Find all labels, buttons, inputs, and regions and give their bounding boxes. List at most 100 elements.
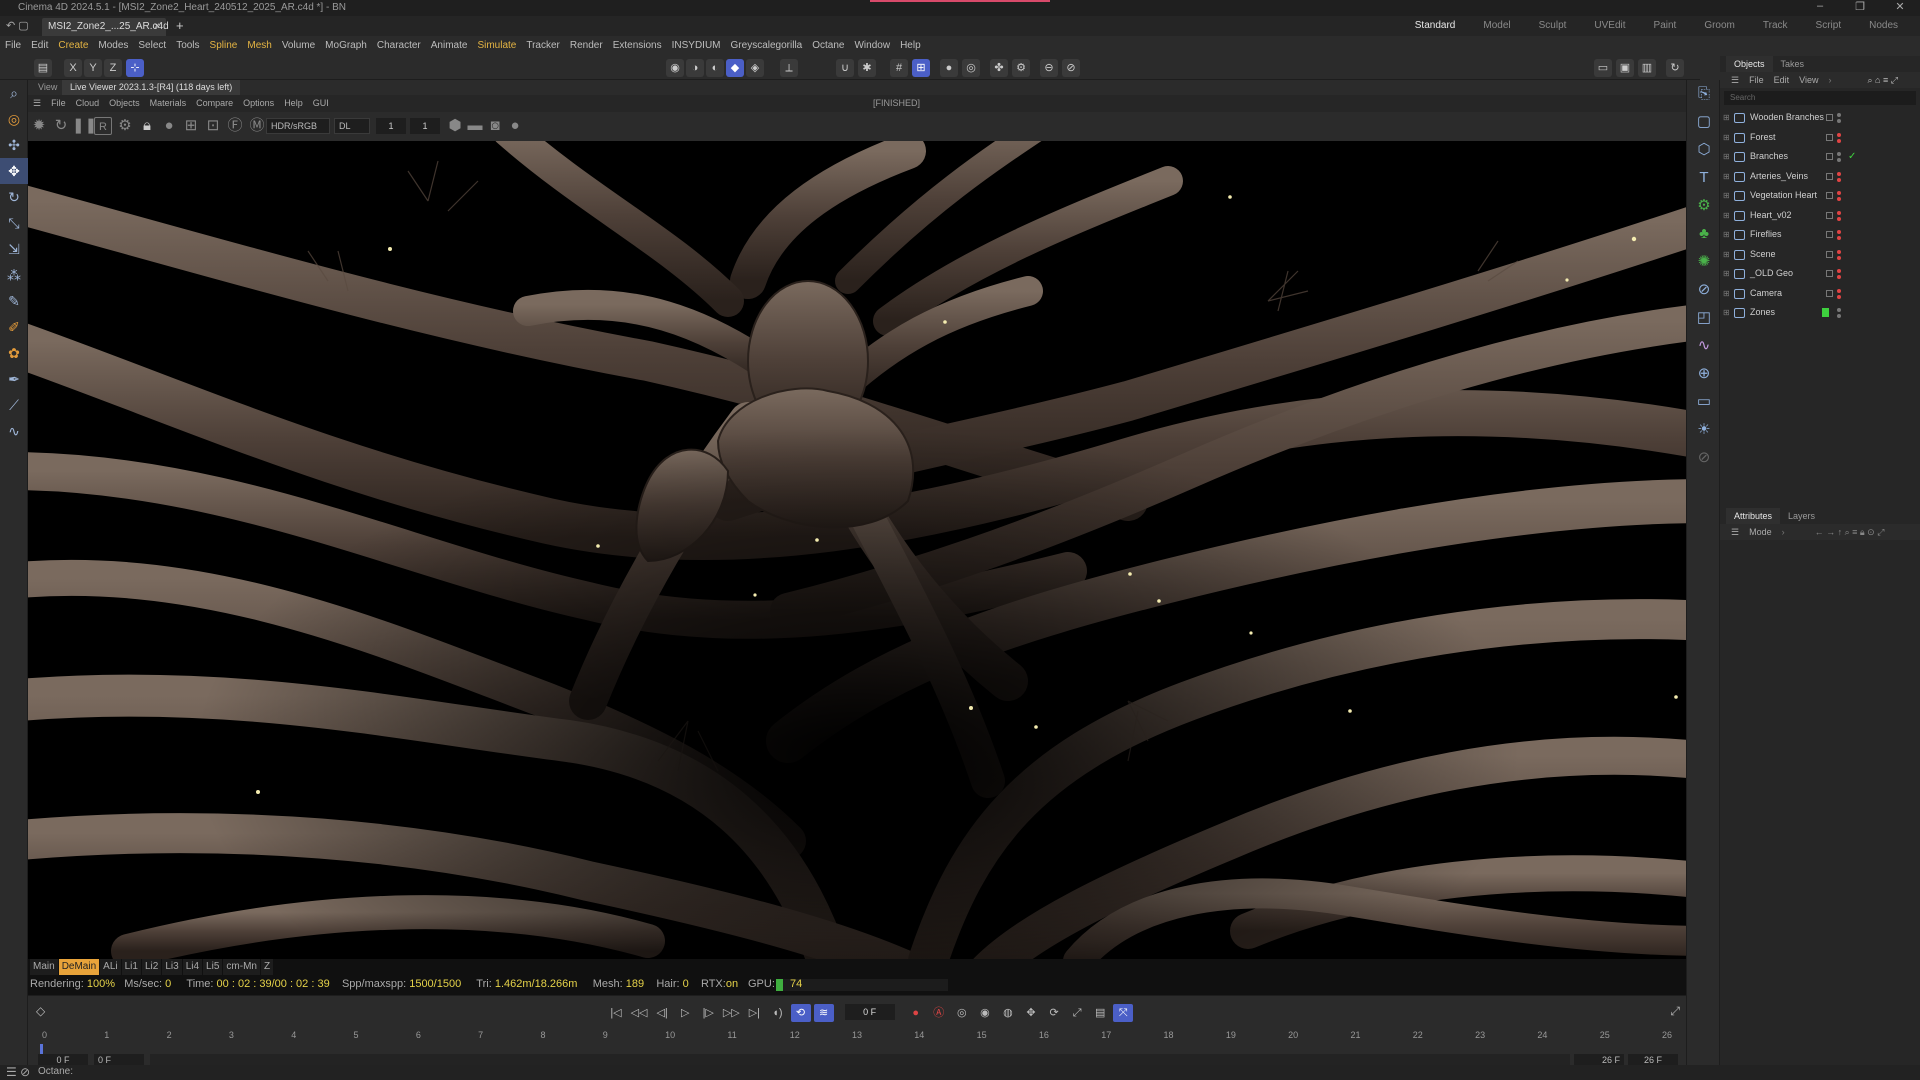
no-entry-icon[interactable]: ⊘: [1062, 59, 1080, 77]
clay-mode-icon[interactable]: ⊡: [204, 117, 222, 135]
visibility-checkbox[interactable]: [1826, 133, 1833, 141]
hexagon-icon[interactable]: ⬢: [446, 117, 464, 135]
lv-menu-compare[interactable]: Compare: [191, 95, 238, 112]
lv-menu-objects[interactable]: Objects: [104, 95, 145, 112]
pla-key-icon[interactable]: ⤢: [1067, 1004, 1087, 1022]
interpolation-icon[interactable]: ⤧: [1113, 1004, 1134, 1022]
color-space-select[interactable]: HDR/sRGB: [266, 118, 330, 134]
menu-edit[interactable]: Edit: [26, 36, 53, 56]
deformer-icon[interactable]: ✺: [1687, 248, 1721, 276]
layer-tab-li2[interactable]: Li2: [141, 959, 162, 975]
menu-file[interactable]: File: [0, 36, 26, 56]
expand-icon[interactable]: ⊞: [1723, 245, 1730, 265]
motion-icon[interactable]: Ⓜ: [248, 117, 266, 135]
lv-menu-cloud[interactable]: Cloud: [71, 95, 105, 112]
expand-icon[interactable]: ⤢: [1670, 1004, 1680, 1019]
object-row[interactable]: ⊞ Branches ✓: [1720, 147, 1920, 167]
render-settings-icon[interactable]: ✤: [990, 59, 1008, 77]
field-icon[interactable]: ⊘: [1687, 276, 1721, 304]
axis-z-toggle[interactable]: Z: [104, 59, 122, 77]
spline-icon[interactable]: ∿: [1687, 332, 1721, 360]
menu-octane[interactable]: Octane: [807, 36, 849, 56]
check-icon[interactable]: ✓: [1848, 147, 1856, 167]
object-row[interactable]: ⊞ Arteries_Veins: [1720, 167, 1920, 187]
lv-menu-help[interactable]: Help: [279, 95, 308, 112]
menu-insydium[interactable]: INSYDIUM: [667, 36, 726, 56]
camera-icon[interactable]: ◙: [486, 117, 504, 135]
render-visibility-dot[interactable]: [1837, 275, 1841, 279]
editor-visibility-dot[interactable]: [1837, 288, 1841, 293]
render-visibility-dot[interactable]: [1837, 294, 1841, 299]
visibility-checkbox[interactable]: [1826, 250, 1833, 258]
objects-menu-file[interactable]: File: [1744, 72, 1769, 88]
menu-volume[interactable]: Volume: [277, 36, 320, 56]
refresh-icon[interactable]: ↻: [1666, 59, 1684, 77]
object-row[interactable]: ⊞ Forest: [1720, 128, 1920, 148]
search-icon[interactable]: ⌕: [0, 80, 28, 106]
visibility-checkbox[interactable]: [1826, 231, 1833, 238]
object-row[interactable]: ⊞ Vegetation Heart: [1720, 186, 1920, 206]
visibility-checkbox[interactable]: [1826, 153, 1833, 160]
object-manager-tool-icons[interactable]: ⌕ ⌂ ≡ ⤢: [1862, 72, 1902, 88]
cloner-icon[interactable]: ⁂: [0, 262, 28, 288]
object-row[interactable]: ⊞ Zones: [1720, 303, 1920, 323]
layout-tab-groom[interactable]: Groom: [1690, 16, 1749, 36]
rotation-key-icon[interactable]: ◍: [998, 1004, 1018, 1022]
menu-mograph[interactable]: MoGraph: [320, 36, 372, 56]
axis-mode-icon[interactable]: ⟂: [780, 59, 798, 77]
lv-menu-file[interactable]: File: [46, 95, 71, 112]
hamburger-icon[interactable]: ☰: [28, 95, 46, 112]
clapper-icon[interactable]: ▭: [1594, 59, 1612, 77]
hamburger-icon[interactable]: ☰: [1726, 72, 1744, 88]
layer-tab-li4[interactable]: Li4: [182, 959, 203, 975]
expand-icon[interactable]: ⊞: [1723, 206, 1730, 226]
lock-icon[interactable]: 🔒︎: [138, 117, 156, 135]
attribute-nav-icons[interactable]: ← → ↑ ⌕ ≡ 🔒︎ ⊙ ⤢: [1810, 524, 1890, 540]
render-region-icon[interactable]: ●: [940, 59, 958, 77]
layer-tab-z[interactable]: Z: [260, 959, 274, 975]
menu-tracker[interactable]: Tracker: [521, 36, 565, 56]
visibility-checkbox[interactable]: [1826, 192, 1833, 199]
pause-render-icon[interactable]: ❚❚: [72, 117, 97, 135]
axis-x-toggle[interactable]: X: [64, 59, 82, 77]
editor-visibility-dot[interactable]: [1837, 152, 1841, 156]
expand-icon[interactable]: ⊞: [1723, 264, 1730, 284]
expand-icon[interactable]: ⊞: [1723, 147, 1730, 167]
mode-menu[interactable]: Mode: [1744, 524, 1777, 540]
circle-icon[interactable]: ●: [506, 117, 524, 135]
autokey-icon[interactable]: Ⓐ: [929, 1004, 949, 1022]
points-mode-icon[interactable]: ◑: [686, 59, 704, 77]
expand-icon[interactable]: ⊞: [1723, 186, 1730, 206]
lv-menu-materials[interactable]: Materials: [145, 95, 192, 112]
rotate-icon[interactable]: ↻: [0, 184, 28, 210]
visibility-checkbox[interactable]: [1826, 270, 1833, 277]
object-row[interactable]: ⊞ _OLD Geo: [1720, 264, 1920, 284]
history-icon[interactable]: ↶ ▢: [6, 19, 29, 32]
editor-visibility-dot[interactable]: [1837, 249, 1841, 254]
visibility-checkbox[interactable]: [1826, 172, 1833, 180]
live-selection-icon[interactable]: ✣: [0, 132, 28, 158]
menu-animate[interactable]: Animate: [426, 36, 473, 56]
mograph-icon[interactable]: ♣: [1687, 220, 1721, 248]
current-frame-field[interactable]: 0 F: [844, 1004, 895, 1020]
keyframe-selection-icon[interactable]: ◎: [952, 1004, 972, 1022]
live-viewer-tab[interactable]: Live Viewer 2023.1.3-[R4] (118 days left…: [62, 80, 241, 95]
close-icon[interactable]: ✕: [1880, 0, 1920, 13]
editor-visibility-dot[interactable]: [1837, 191, 1841, 195]
undo-stack-icon[interactable]: ▤: [34, 59, 52, 77]
tab-layers[interactable]: Layers: [1780, 508, 1823, 524]
layout-tab-script[interactable]: Script: [1802, 16, 1856, 36]
sculpt-icon[interactable]: ✿: [0, 340, 28, 366]
render-visibility-dot[interactable]: [1837, 216, 1841, 221]
sweep-icon[interactable]: ∿: [0, 418, 28, 444]
editor-visibility-dot[interactable]: [1837, 210, 1841, 215]
menu-mesh[interactable]: Mesh: [242, 36, 276, 56]
visibility-checkbox[interactable]: [1826, 289, 1833, 297]
selection-icon[interactable]: ◎: [0, 106, 28, 132]
next-key-icon[interactable]: ▷▷: [721, 1004, 741, 1022]
tab-objects[interactable]: Objects: [1726, 56, 1773, 72]
render-visibility-dot[interactable]: [1837, 236, 1841, 240]
polygons-mode-icon[interactable]: ◆: [726, 59, 744, 77]
magnet-icon[interactable]: ∪: [836, 59, 854, 77]
previous-key-icon[interactable]: ◁◁: [629, 1004, 649, 1022]
